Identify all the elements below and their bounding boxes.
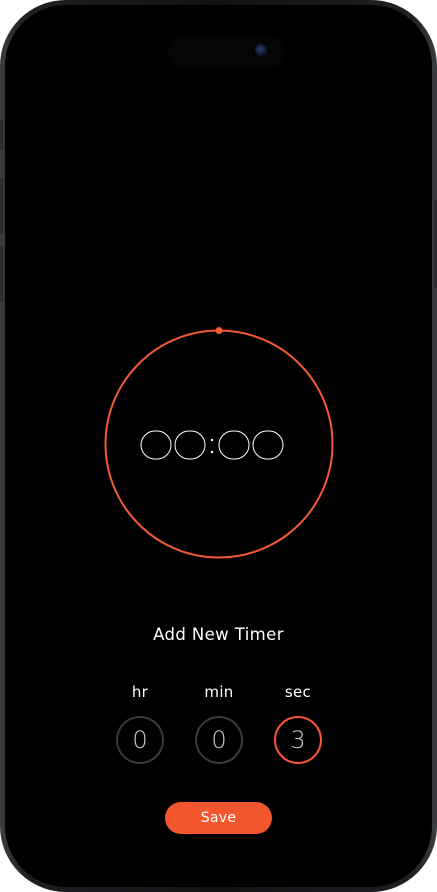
page-title: Add New Timer	[153, 625, 284, 644]
action-button	[0, 120, 3, 150]
minutes-label: min	[204, 683, 234, 701]
seconds-picker[interactable]: 3	[274, 716, 322, 764]
hours-picker[interactable]: 0	[116, 716, 164, 764]
minutes-picker[interactable]: 0	[195, 716, 243, 764]
app-screen: Add New Timer hr min sec 0 0 3 Save	[5, 5, 432, 887]
hours-label: hr	[131, 683, 149, 701]
phone-frame: Add New Timer hr min sec 0 0 3 Save	[0, 0, 437, 892]
timer-digit	[140, 430, 171, 460]
save-button[interactable]: Save	[165, 802, 272, 834]
seconds-label: sec	[284, 683, 312, 701]
timer-separator	[210, 438, 213, 442]
seconds-value: 3	[290, 726, 306, 754]
timer-digit	[252, 430, 283, 460]
timer-separator	[210, 450, 213, 454]
timer-digits	[140, 430, 283, 460]
minutes-value: 0	[211, 726, 227, 754]
timer-progress-knob	[215, 327, 223, 334]
timer-digit	[218, 430, 249, 460]
timer-digit	[174, 430, 205, 460]
hours-value: 0	[132, 726, 148, 754]
volume-down-button	[0, 246, 3, 302]
volume-up-button	[0, 178, 3, 234]
timer-display	[105, 403, 332, 487]
